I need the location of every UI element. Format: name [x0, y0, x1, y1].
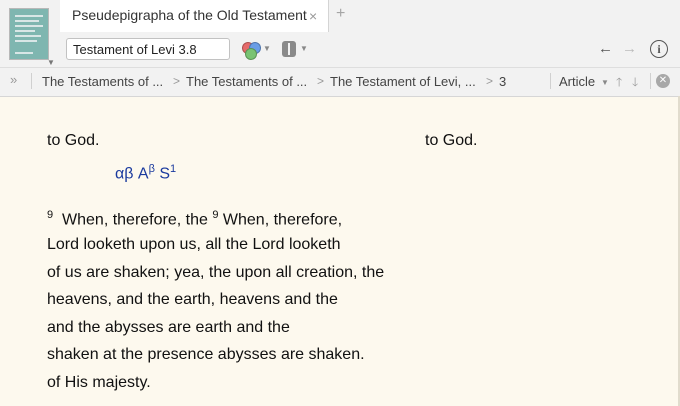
tab-title: Pseudepigrapha of the Old Testament [72, 7, 307, 23]
close-icon[interactable]: × [309, 8, 317, 24]
parallel-resources-icon[interactable] [282, 41, 296, 57]
chevron-down-icon[interactable]: ▼ [601, 78, 609, 87]
chevron-down-icon[interactable]: ▼ [300, 44, 308, 53]
close-icon[interactable]: ✕ [656, 74, 670, 88]
expand-icon[interactable]: » [10, 72, 17, 87]
chevron-down-icon[interactable]: ▼ [47, 58, 55, 67]
breadcrumb-item[interactable]: The Testaments of ... [42, 74, 163, 89]
forward-arrow-icon[interactable]: → [622, 40, 637, 57]
info-icon[interactable]: i [650, 40, 668, 58]
book-cover-thumbnail[interactable] [9, 8, 49, 60]
text-line: of us are shaken; yea, the upon all crea… [47, 264, 385, 281]
text-line: to God. [425, 132, 478, 149]
tab-pseudepigrapha[interactable]: Pseudepigrapha of the Old Testament × [60, 0, 329, 32]
breadcrumb-separator: > [486, 74, 494, 88]
text-line: shaken at the presence abysses are shake… [47, 346, 365, 363]
text-line: to God. [47, 132, 100, 149]
verse-number: 9 [47, 209, 54, 221]
breadcrumb-separator: > [173, 74, 181, 88]
breadcrumb-separator: > [317, 74, 325, 88]
text-line: of His majesty. [47, 374, 151, 391]
text-line: Lord looketh upon us, all the Lord looke… [47, 236, 341, 253]
text-line: and the abysses are earth and the [47, 319, 290, 336]
breadcrumb-item[interactable]: The Testaments of ... [186, 74, 307, 89]
verse-number: 9 [212, 209, 219, 221]
article-dropdown[interactable]: Article [559, 74, 595, 89]
reading-pane: to God. to God. αβ Aβ S1 9 When, therefo… [0, 97, 680, 406]
breadcrumb-item[interactable]: The Testament of Levi, ... [330, 74, 476, 89]
toolbar-area: ▼ Pseudepigrapha of the Old Testament × … [0, 0, 680, 97]
add-tab-icon[interactable]: + [336, 5, 345, 23]
back-arrow-icon[interactable]: ← [598, 40, 613, 57]
breadcrumb: » The Testaments of ... > The Testaments… [0, 67, 680, 96]
text-line: 9 When, therefore, the 9 When, therefore… [47, 209, 343, 229]
breadcrumb-item[interactable]: 3 [499, 74, 506, 89]
visual-filters-icon[interactable] [239, 39, 265, 61]
reference-input[interactable] [66, 38, 230, 60]
manuscript-sigla: αβ Aβ S1 [115, 163, 177, 183]
up-arrow-icon[interactable]: 🡑 [616, 73, 622, 94]
down-arrow-icon[interactable]: 🡓 [632, 73, 638, 94]
text-line: heavens, and the earth, heavens and the [47, 291, 338, 308]
chevron-down-icon[interactable]: ▼ [263, 44, 271, 53]
